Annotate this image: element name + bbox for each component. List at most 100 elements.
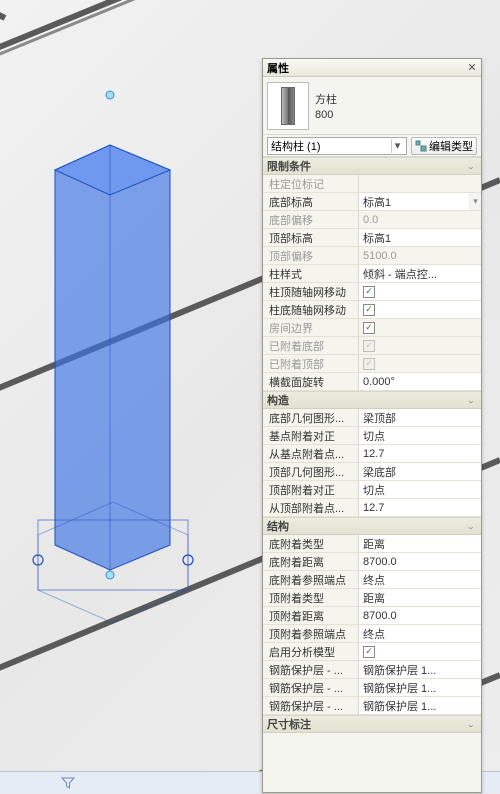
property-name: 底部偏移: [263, 211, 359, 228]
property-row: 钢筋保护层 - ...钢筋保护层 1...: [263, 661, 481, 679]
section-title: 尺寸标注: [267, 716, 311, 732]
close-icon[interactable]: ✕: [465, 61, 479, 75]
property-value[interactable]: 梁底部: [359, 463, 481, 480]
property-name: 顶附着参照端点: [263, 625, 359, 642]
property-value: ✓: [359, 355, 481, 372]
property-name: 柱顶随轴网移动: [263, 283, 359, 300]
property-row: 顶部标高标高1: [263, 229, 481, 247]
property-row: 顶附着参照端点终点: [263, 625, 481, 643]
property-row: 房间边界 ✓: [263, 319, 481, 337]
property-name: 柱定位标记: [263, 175, 359, 192]
panel-titlebar[interactable]: 属性 ✕: [263, 59, 481, 77]
property-row: 底附着距离8700.0: [263, 553, 481, 571]
collapse-icon[interactable]: ⌄: [465, 521, 477, 530]
instance-bar: 结构柱 (1) ▾ 编辑类型: [263, 135, 481, 157]
property-value[interactable]: ✓: [359, 283, 481, 300]
edit-type-button[interactable]: 编辑类型: [411, 137, 477, 155]
property-name: 底附着参照端点: [263, 571, 359, 588]
property-name: 房间边界: [263, 319, 359, 336]
property-row: 钢筋保护层 - ...钢筋保护层 1...: [263, 697, 481, 715]
property-row: 钢筋保护层 - ...钢筋保护层 1...: [263, 679, 481, 697]
section-header[interactable]: 尺寸标注 ⌄: [263, 715, 481, 733]
instance-selector-label: 结构柱 (1): [271, 138, 321, 154]
property-name: 底部标高: [263, 193, 359, 210]
property-name: 顶附着类型: [263, 589, 359, 606]
property-value[interactable]: 标高1: [359, 193, 469, 210]
property-row: 底附着参照端点终点: [263, 571, 481, 589]
property-value[interactable]: 倾斜 - 端点控...: [359, 265, 481, 282]
property-row: 从顶部附着点...12.7: [263, 499, 481, 517]
checkbox[interactable]: ✓: [363, 304, 375, 316]
collapse-icon[interactable]: ⌄: [465, 161, 477, 170]
property-value[interactable]: 钢筋保护层 1...: [359, 679, 481, 696]
edit-type-icon: [415, 140, 427, 152]
property-row: 启用分析模型 ✓: [263, 643, 481, 661]
property-value[interactable]: 8700.0: [359, 607, 481, 624]
property-row: 基点附着对正切点: [263, 427, 481, 445]
panel-title: 属性: [265, 60, 465, 76]
collapse-icon[interactable]: ⌄: [465, 719, 477, 728]
property-value[interactable]: 钢筋保护层 1...: [359, 661, 481, 678]
property-name: 启用分析模型: [263, 643, 359, 660]
checkbox[interactable]: ✓: [363, 646, 375, 658]
property-value: [359, 175, 481, 192]
property-row: 柱样式倾斜 - 端点控...: [263, 265, 481, 283]
property-row: 已附着顶部✓: [263, 355, 481, 373]
property-value[interactable]: 8700.0: [359, 553, 481, 570]
instance-selector[interactable]: 结构柱 (1) ▾: [267, 137, 407, 155]
property-name: 柱底随轴网移动: [263, 301, 359, 318]
checkbox[interactable]: ✓: [363, 286, 375, 298]
property-value[interactable]: 切点: [359, 481, 481, 498]
property-value[interactable]: 标高1: [359, 229, 481, 246]
property-value[interactable]: 钢筋保护层 1...: [359, 697, 481, 714]
property-value: 5100.0: [359, 247, 481, 264]
property-row: 顶部几何图形...梁底部: [263, 463, 481, 481]
property-row: 底部标高标高1▾: [263, 193, 481, 211]
checkbox: ✓: [363, 358, 375, 370]
property-name: 横截面旋转: [263, 373, 359, 390]
property-row: 底部几何图形...梁顶部: [263, 409, 481, 427]
property-value[interactable]: ✓: [359, 301, 481, 318]
checkbox: ✓: [363, 340, 375, 352]
property-row: 底附着类型距离: [263, 535, 481, 553]
property-grid[interactable]: 限制条件⌄柱定位标记底部标高标高1▾底部偏移0.0顶部标高标高1顶部偏移5100…: [263, 157, 481, 792]
property-value[interactable]: 12.7: [359, 499, 481, 516]
property-name: 顶部附着对正: [263, 481, 359, 498]
property-row: 已附着底部✓: [263, 337, 481, 355]
checkbox[interactable]: ✓: [363, 322, 375, 334]
property-value[interactable]: 终点: [359, 625, 481, 642]
property-name: 顶部几何图形...: [263, 463, 359, 480]
type-name: 800: [315, 109, 337, 121]
property-name: 顶部标高: [263, 229, 359, 246]
section-header[interactable]: 限制条件⌄: [263, 157, 481, 175]
section-header[interactable]: 结构 ⌄: [263, 517, 481, 535]
collapse-icon[interactable]: ⌄: [465, 395, 477, 404]
property-name: 从顶部附着点...: [263, 499, 359, 516]
property-row: 柱定位标记: [263, 175, 481, 193]
property-name: 从基点附着点...: [263, 445, 359, 462]
property-value[interactable]: ✓: [359, 643, 481, 660]
property-value[interactable]: 距离: [359, 589, 481, 606]
chevron-down-icon[interactable]: ▾: [391, 139, 403, 153]
property-value[interactable]: 距离: [359, 535, 481, 552]
family-name: 方柱: [315, 91, 337, 107]
property-row: 柱底随轴网移动 ✓: [263, 301, 481, 319]
property-row: 顶部附着对正切点: [263, 481, 481, 499]
property-name: 顶附着距离: [263, 607, 359, 624]
property-row: 顶附着距离8700.0: [263, 607, 481, 625]
property-name: 钢筋保护层 - ...: [263, 679, 359, 696]
property-row: 从基点附着点...12.7: [263, 445, 481, 463]
property-row: 横截面旋转0.000°: [263, 373, 481, 391]
property-value[interactable]: 0.000°: [359, 373, 481, 390]
chevron-down-icon[interactable]: ▾: [469, 193, 481, 210]
property-value[interactable]: 终点: [359, 571, 481, 588]
properties-panel: 属性 ✕ 方柱 800 结构柱 (1) ▾ 编辑类型 限制条件⌄柱定位标记底部标…: [262, 58, 482, 793]
property-value[interactable]: 梁顶部: [359, 409, 481, 426]
filter-icon[interactable]: [60, 775, 76, 791]
section-header[interactable]: 构造⌄: [263, 391, 481, 409]
type-selector[interactable]: 方柱 800: [263, 77, 481, 135]
property-name: 底附着类型: [263, 535, 359, 552]
section-title: 结构: [267, 518, 289, 534]
property-value[interactable]: 切点: [359, 427, 481, 444]
property-value[interactable]: 12.7: [359, 445, 481, 462]
